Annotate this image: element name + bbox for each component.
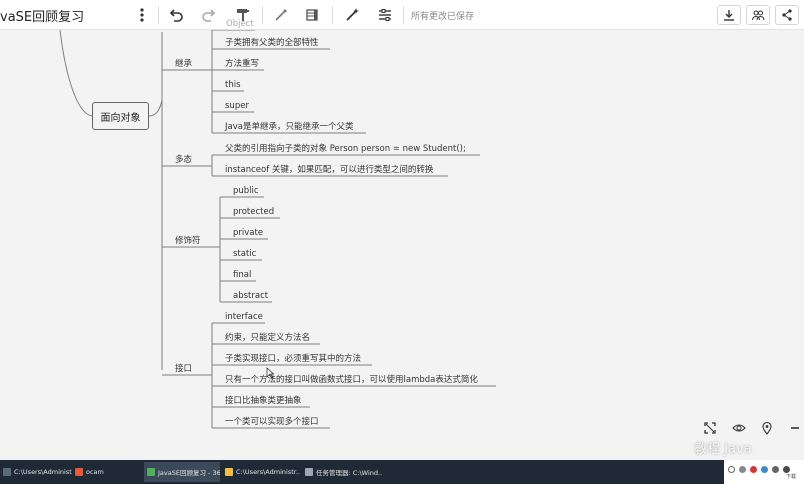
- taskbar-item[interactable]: C:\Users\Administr...: [222, 462, 300, 482]
- mindmap-node[interactable]: 只有一个方法的接口叫做函数式接口，可以使用lambda表达式简化: [225, 375, 478, 385]
- undo-icon[interactable]: [165, 4, 187, 26]
- toolbar-divider: [262, 6, 263, 24]
- toolbar-divider: [403, 6, 404, 24]
- app-tray-icon[interactable]: [761, 466, 768, 473]
- top-toolbar: vaSE回顾复习 所有更改已保存: [0, 0, 804, 30]
- mindmap-node[interactable]: 接口比抽象类更抽象: [225, 396, 302, 406]
- eye-icon[interactable]: [731, 420, 747, 436]
- network-icon[interactable]: [783, 466, 790, 473]
- taskbar-item[interactable]: C:\Users\Administr...: [0, 462, 72, 482]
- location-icon[interactable]: [759, 420, 775, 436]
- mindmap-root-node[interactable]: 面向对象: [92, 102, 149, 130]
- mindmap-node[interactable]: 子类实现接口，必须重写其中的方法: [225, 354, 361, 364]
- branch-polymorphism[interactable]: 多态: [175, 155, 192, 165]
- browser-icon: [147, 468, 155, 476]
- share-icon[interactable]: [775, 5, 799, 25]
- save-status: 所有更改已保存: [411, 12, 475, 22]
- mindmap-node[interactable]: Java是单继承，只能继承一个父类: [225, 122, 353, 132]
- minus-icon[interactable]: [787, 420, 803, 436]
- taskbar-item-active[interactable]: JavaSE回顾复习 - 36...: [144, 462, 220, 482]
- record-icon[interactable]: [750, 466, 757, 473]
- system-tray: 下载: [724, 460, 804, 484]
- mindmap-canvas[interactable]: Object 面向对象 继承 多态 修饰符 接口 子类拥有父类的全部特性 方法重…: [0, 19, 804, 460]
- mindmap-node[interactable]: public: [233, 186, 259, 196]
- toolbar-divider: [332, 6, 333, 24]
- branch-inheritance[interactable]: 继承: [175, 59, 192, 69]
- terminal-icon: [305, 468, 313, 476]
- structure-icon[interactable]: [374, 4, 396, 26]
- mindmap-node[interactable]: final: [233, 270, 251, 280]
- chevron-icon[interactable]: [739, 466, 746, 473]
- folder-icon: [3, 468, 11, 476]
- mindmap-connectors: [59, 30, 496, 429]
- branch-interface[interactable]: 接口: [175, 364, 192, 374]
- windows-taskbar: C:\Users\Administr... ocam JavaSE回顾复习 - …: [0, 460, 804, 484]
- ocam-icon: [75, 468, 83, 476]
- mindmap-node[interactable]: 一个类可以实现多个接口: [225, 417, 319, 427]
- mindmap-node[interactable]: 父类的引用指向子类的对象 Person person = new Student…: [225, 144, 466, 154]
- taskbar-item[interactable]: 任务管理器: C:\Wind...: [302, 462, 382, 482]
- magic-wand-icon[interactable]: [341, 4, 363, 26]
- toolbar-divider: [158, 6, 159, 24]
- mindmap-node[interactable]: protected: [233, 207, 274, 217]
- mindmap-node[interactable]: super: [225, 101, 249, 111]
- mouse-cursor-icon: [266, 367, 274, 379]
- mindmap-node[interactable]: static: [233, 249, 256, 259]
- taskbar-item[interactable]: ocam: [72, 462, 142, 482]
- redo-icon[interactable]: [198, 4, 220, 26]
- insert-icon[interactable]: [270, 4, 292, 26]
- download-icon[interactable]: [717, 5, 741, 25]
- branch-modifiers[interactable]: 修饰符: [175, 236, 201, 246]
- tray-download-label: 下载: [786, 474, 797, 480]
- help-icon[interactable]: [728, 466, 735, 473]
- mindmap-node[interactable]: interface: [225, 312, 263, 322]
- style-icon[interactable]: [301, 4, 323, 26]
- mindmap-node[interactable]: 子类拥有父类的全部特性: [225, 38, 319, 48]
- fit-screen-icon[interactable]: [702, 420, 718, 436]
- document-title[interactable]: vaSE回顾复习: [0, 6, 84, 25]
- video-watermark: 教程 Java: [694, 442, 752, 457]
- mindmap-node[interactable]: this: [225, 80, 241, 90]
- mindmap-node[interactable]: 约束，只能定义方法名: [225, 333, 310, 343]
- mindmap-node[interactable]: instanceof 关键，如果匹配，可以进行类型之间的转换: [225, 165, 433, 175]
- mindmap-node[interactable]: private: [233, 228, 263, 238]
- people-icon[interactable]: [746, 5, 770, 25]
- mindmap-node-partial[interactable]: Object: [226, 19, 254, 29]
- volume-icon[interactable]: [772, 466, 779, 473]
- mindmap-node[interactable]: abstract: [233, 291, 268, 301]
- folder-icon: [225, 468, 233, 476]
- more-vertical-icon[interactable]: [131, 4, 153, 26]
- mindmap-node[interactable]: 方法重写: [225, 59, 259, 69]
